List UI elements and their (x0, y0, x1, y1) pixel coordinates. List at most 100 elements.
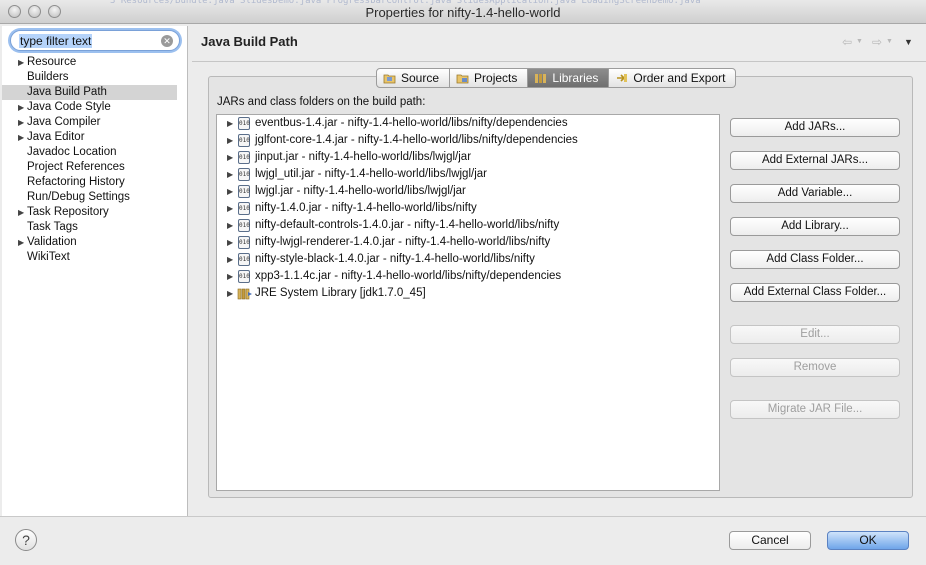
properties-dialog: 3 Resources/Bundle.java SlidesDemo.java … (0, 0, 926, 565)
sidebar-item-label: Refactoring History (27, 176, 125, 188)
jar-icon: 010 (238, 219, 250, 232)
list-item-label: nifty-lwjgl-renderer-1.4.0.jar - nifty-1… (255, 236, 551, 248)
expand-arrow-icon[interactable]: ▶ (227, 217, 233, 234)
sidebar-item-java-editor[interactable]: ▶ Java Editor (2, 130, 188, 145)
page-title: Java Build Path (201, 34, 298, 49)
build-path-list-label: JARs and class folders on the build path… (217, 96, 426, 108)
list-item[interactable]: ▶ 010 jinput.jar - nifty-1.4-hello-world/l… (217, 149, 719, 166)
add-variable-button[interactable]: Add Variable... (730, 184, 900, 203)
sidebar-item-java-code-style[interactable]: ▶ Java Code Style (2, 100, 188, 115)
forward-menu-chevron-icon[interactable]: ▼ (886, 38, 893, 45)
expand-arrow-icon[interactable]: ▶ (227, 268, 233, 285)
back-arrow-icon[interactable]: ⇦ (842, 35, 852, 49)
back-menu-chevron-icon[interactable]: ▼ (856, 38, 863, 45)
sidebar-item-task-repository[interactable]: ▶ Task Repository (2, 205, 188, 220)
tab-bar: Source Projects Libraries Order and Expo… (376, 68, 737, 88)
jar-icon: 010 (238, 117, 250, 130)
jar-icon: 010 (238, 202, 250, 215)
expand-arrow-icon[interactable]: ▶ (18, 205, 24, 220)
expand-arrow-icon[interactable]: ▶ (227, 251, 233, 268)
clear-search-icon[interactable]: ✕ (161, 35, 173, 47)
filter-input-text[interactable]: type filter text (19, 34, 93, 48)
add-external-jars-button[interactable]: Add External JARs... (730, 151, 900, 170)
list-item-label: xpp3-1.1.4c.jar - nifty-1.4-hello-world/… (255, 270, 562, 282)
sidebar-item-javadoc-location[interactable]: Javadoc Location (2, 145, 188, 160)
list-item[interactable]: ▶ JRE System Library [jdk1.7.0_45] (217, 285, 719, 302)
expand-arrow-icon[interactable]: ▶ (227, 200, 233, 217)
sidebar-item-run-debug-settings[interactable]: Run/Debug Settings (2, 190, 188, 205)
list-item[interactable]: ▶ 010 jglfont-core-1.4.jar - nifty-1.4-hel… (217, 132, 719, 149)
sidebar-item-label: WikiText (27, 251, 70, 263)
add-external-class-folder-button[interactable]: Add External Class Folder... (730, 283, 900, 302)
sidebar-item-refactoring-history[interactable]: Refactoring History (2, 175, 188, 190)
expand-arrow-icon[interactable]: ▶ (227, 285, 233, 302)
expand-arrow-icon[interactable]: ▶ (18, 100, 24, 115)
sidebar-item-wikitext[interactable]: WikiText (2, 250, 188, 265)
tab-projects[interactable]: Projects (450, 68, 529, 88)
view-menu-chevron-icon[interactable]: ▼ (904, 37, 913, 47)
libraries-icon (535, 74, 547, 83)
list-item-label: nifty-default-controls-1.4.0.jar - nifty… (255, 219, 560, 231)
help-icon[interactable]: ? (15, 529, 37, 551)
expand-arrow-icon[interactable]: ▶ (18, 130, 24, 145)
forward-arrow-icon[interactable]: ⇨ (872, 35, 882, 49)
build-path-list[interactable]: ▶ 010 eventbus-1.4.jar - nifty-1.4-hello-w… (216, 114, 720, 491)
sidebar-item-builders[interactable]: Builders (2, 70, 188, 85)
expand-arrow-icon[interactable]: ▶ (227, 132, 233, 149)
add-class-folder-button[interactable]: Add Class Folder... (730, 250, 900, 269)
add-jars-button[interactable]: Add JARs... (730, 118, 900, 137)
list-item[interactable]: ▶ 010 nifty-style-black-1.4.0.jar - nifty-… (217, 251, 719, 268)
sidebar-item-label: Run/Debug Settings (27, 191, 130, 203)
sidebar-item-validation[interactable]: ▶ Validation (2, 235, 188, 250)
expand-arrow-icon[interactable]: ▶ (227, 166, 233, 183)
jar-icon: 010 (238, 185, 250, 198)
expand-arrow-icon[interactable]: ▶ (18, 235, 24, 250)
jar-icon: 010 (238, 134, 250, 147)
sidebar-item-label: Java Editor (27, 131, 85, 143)
sidebar-item-java-compiler[interactable]: ▶ Java Compiler (2, 115, 188, 130)
header-divider (192, 61, 926, 62)
cancel-button[interactable]: Cancel (729, 531, 811, 550)
expand-arrow-icon[interactable]: ▶ (227, 149, 233, 166)
title-bar: 3 Resources/Bundle.java SlidesDemo.java … (0, 0, 926, 24)
jar-icon: 010 (238, 236, 250, 249)
list-item[interactable]: ▶ 010 lwjgl_util.jar - nifty-1.4-hello-wor… (217, 166, 719, 183)
sidebar-item-label: Javadoc Location (27, 146, 117, 158)
list-item[interactable]: ▶ 010 nifty-1.4.0.jar - nifty-1.4-hello-wo… (217, 200, 719, 217)
list-item[interactable]: ▶ 010 nifty-lwjgl-renderer-1.4.0.jar - nif… (217, 234, 719, 251)
sidebar-item-label: Task Repository (27, 206, 109, 218)
list-item[interactable]: ▶ 010 eventbus-1.4.jar - nifty-1.4-hello-w… (217, 115, 719, 132)
tab-label: Source (401, 71, 440, 85)
list-item-label: jglfont-core-1.4.jar - nifty-1.4-hello-w… (255, 134, 578, 146)
sidebar-item-label: Builders (27, 71, 69, 83)
tab-libraries[interactable]: Libraries (528, 68, 610, 88)
order-export-icon (617, 74, 628, 82)
list-item-label: JRE System Library [jdk1.7.0_45] (255, 287, 426, 299)
source-folder-icon (383, 74, 396, 84)
window-title: Properties for nifty-1.4-hello-world (365, 5, 561, 20)
expand-arrow-icon[interactable]: ▶ (18, 55, 24, 70)
sidebar-item-label: Java Compiler (27, 116, 101, 128)
tab-source[interactable]: Source (376, 68, 451, 88)
sidebar-item-task-tags[interactable]: Task Tags (2, 220, 188, 235)
add-library-button[interactable]: Add Library... (730, 217, 900, 236)
list-item[interactable]: ▶ 010 lwjgl.jar - nifty-1.4-hello-world/li… (217, 183, 719, 200)
expand-arrow-icon[interactable]: ▶ (227, 183, 233, 200)
filter-input[interactable]: type filter text ✕ (10, 30, 180, 51)
list-item[interactable]: ▶ 010 nifty-default-controls-1.4.0.jar - n… (217, 217, 719, 234)
edit-button[interactable]: Edit... (730, 325, 900, 344)
sidebar-item-resource[interactable]: ▶ Resource (2, 55, 188, 70)
migrate-jar-button[interactable]: Migrate JAR File... (730, 400, 900, 419)
expand-arrow-icon[interactable]: ▶ (18, 115, 24, 130)
tab-order-and-export[interactable]: Order and Export (609, 68, 737, 88)
list-item-label: lwjgl_util.jar - nifty-1.4-hello-world/l… (255, 168, 487, 180)
expand-arrow-icon[interactable]: ▶ (227, 234, 233, 251)
remove-button[interactable]: Remove (730, 358, 900, 377)
sidebar-item-project-references[interactable]: Project References (2, 160, 188, 175)
sidebar-item-java-build-path[interactable]: Java Build Path (2, 85, 177, 100)
property-pages-pane: type filter text ✕ ▶ Resource Builders Ja… (2, 26, 188, 516)
list-item[interactable]: ▶ 010 xpp3-1.1.4c.jar - nifty-1.4-hello-wo… (217, 268, 719, 285)
expand-arrow-icon[interactable]: ▶ (227, 115, 233, 132)
ok-button[interactable]: OK (827, 531, 909, 550)
tab-label: Libraries (552, 71, 599, 85)
